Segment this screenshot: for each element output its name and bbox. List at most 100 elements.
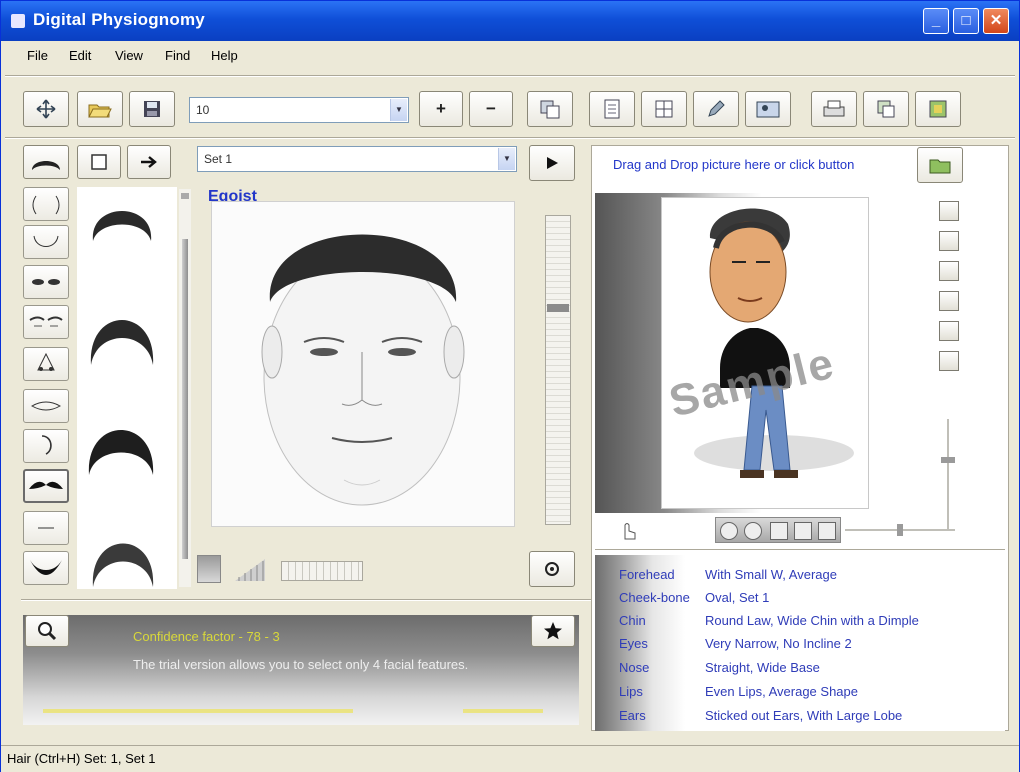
export-button[interactable]	[863, 91, 909, 127]
frame-button[interactable]	[77, 145, 121, 179]
set-combo[interactable]: Set 1 ▼	[197, 146, 517, 172]
trial-notice-text: The trial version allows you to select o…	[133, 657, 469, 672]
menu-view[interactable]: View	[115, 48, 143, 63]
zoom-slider[interactable]	[545, 215, 571, 525]
zoom-slider-thumb[interactable]	[547, 304, 569, 312]
attr-label-cheekbone: Cheek-bone	[619, 590, 690, 605]
minimize-button[interactable]: _	[923, 8, 949, 34]
menu-edit[interactable]: Edit	[69, 48, 91, 63]
photo-icon	[756, 101, 780, 118]
feature-chin-button[interactable]	[23, 225, 69, 259]
grid-button[interactable]	[641, 91, 687, 127]
brush-icon[interactable]	[794, 522, 812, 540]
photo-control-strip	[715, 517, 841, 543]
number-combo[interactable]: 10 ▼	[189, 97, 409, 123]
number-combo-value: 10	[196, 103, 210, 117]
hair-thumbnail[interactable]	[87, 305, 157, 369]
set-combo-value: Set 1	[204, 152, 233, 166]
photo-tool-6-button[interactable]	[939, 351, 959, 371]
hair-icon	[32, 161, 60, 170]
remove-button[interactable]: −	[469, 91, 513, 127]
menu-find[interactable]: Find	[165, 48, 190, 63]
add-button[interactable]: +	[419, 91, 463, 127]
load-picture-button[interactable]	[917, 147, 963, 183]
scroll-thumb[interactable]	[182, 239, 188, 559]
hair-list-scrollbar[interactable]	[179, 189, 191, 587]
edit-button[interactable]	[693, 91, 739, 127]
beard-icon	[30, 560, 62, 575]
feature-eyebrows-button[interactable]	[23, 305, 69, 339]
color-swatch-icon[interactable]	[197, 555, 221, 583]
feature-beard-button[interactable]	[23, 551, 69, 585]
reset-button[interactable]	[529, 551, 575, 587]
copy-button[interactable]	[527, 91, 573, 127]
open-folder-icon	[88, 104, 112, 118]
chin-icon	[33, 235, 59, 247]
feature-lips-button[interactable]	[23, 389, 69, 423]
photo-tool-2-button[interactable]	[939, 231, 959, 251]
photo-zoom-thumb[interactable]	[941, 457, 955, 463]
print-button[interactable]	[811, 91, 857, 127]
composite-face-canvas[interactable]	[211, 201, 515, 527]
photo-tool-3-button[interactable]	[939, 261, 959, 281]
hair-thumbnail[interactable]	[85, 415, 155, 479]
arrow-right-icon	[141, 156, 157, 168]
close-button[interactable]: ✕	[983, 8, 1009, 34]
info-progress-line	[43, 709, 353, 713]
volume-steps-icon[interactable]	[233, 557, 267, 583]
attr-label-ears: Ears	[619, 708, 646, 723]
feature-mustache-button[interactable]	[23, 469, 69, 503]
next-arrow-button[interactable]	[127, 145, 171, 179]
feature-wrinkles-button[interactable]	[23, 511, 69, 545]
hair-thumbnail-list	[77, 187, 177, 589]
photo-tool-4-button[interactable]	[939, 291, 959, 311]
search-button[interactable]	[25, 615, 69, 647]
open-button[interactable]	[77, 91, 123, 127]
finger-pointer-icon[interactable]	[617, 519, 639, 541]
hair-feature-button[interactable]	[23, 145, 69, 179]
crop-icon[interactable]	[770, 522, 788, 540]
photo-brightness-thumb[interactable]	[897, 524, 903, 536]
edit-pen-icon	[708, 100, 725, 117]
chevron-down-icon[interactable]: ▼	[390, 99, 407, 121]
photo-tool-1-button[interactable]	[939, 201, 959, 221]
square-icon	[91, 154, 107, 170]
maximize-button[interactable]: □	[953, 8, 979, 34]
attr-label-nose: Nose	[619, 660, 650, 675]
image-button[interactable]	[915, 91, 961, 127]
rotate-left-icon[interactable]	[720, 522, 738, 540]
feature-cheekbone-button[interactable]	[23, 187, 69, 221]
attr-label-eyes: Eyes	[619, 636, 648, 651]
feature-nose-button[interactable]	[23, 347, 69, 381]
drop-instruction: Drag and Drop picture here or click butt…	[613, 157, 855, 172]
feature-ears-button[interactable]	[23, 429, 69, 463]
hair-thumbnail[interactable]	[89, 525, 159, 589]
favorite-button[interactable]	[531, 615, 575, 647]
menu-help[interactable]: Help	[211, 48, 238, 63]
tools-icon[interactable]	[818, 522, 836, 540]
page-button[interactable]	[589, 91, 635, 127]
move-button[interactable]	[23, 91, 69, 127]
title-bar[interactable]: Digital Physiognomy _ □ ✕	[1, 1, 1019, 41]
photo-zoom-slider[interactable]	[941, 419, 955, 529]
play-icon	[547, 157, 558, 169]
image-icon	[929, 100, 947, 118]
photo-button[interactable]	[745, 91, 791, 127]
menu-file[interactable]: File	[27, 48, 48, 63]
page-icon	[604, 99, 620, 119]
save-button[interactable]	[129, 91, 175, 127]
contrast-slider[interactable]	[281, 561, 363, 581]
hair-thumbnail[interactable]	[89, 197, 159, 261]
photo-brightness-slider[interactable]	[845, 524, 955, 536]
attr-value-nose: Straight, Wide Base	[705, 660, 820, 675]
sample-photo[interactable]: Sample	[661, 197, 869, 509]
editor-separator	[21, 599, 593, 601]
rotate-right-icon[interactable]	[744, 522, 762, 540]
info-panel: Confidence factor - 78 - 3 The trial ver…	[23, 615, 579, 725]
photo-tool-5-button[interactable]	[939, 321, 959, 341]
chevron-down-icon[interactable]: ▼	[498, 148, 515, 170]
feature-eyes-button[interactable]	[23, 265, 69, 299]
attr-value-eyes: Very Narrow, No Incline 2	[705, 636, 852, 651]
play-button[interactable]	[529, 145, 575, 181]
scroll-up-arrow-icon[interactable]	[181, 193, 189, 199]
